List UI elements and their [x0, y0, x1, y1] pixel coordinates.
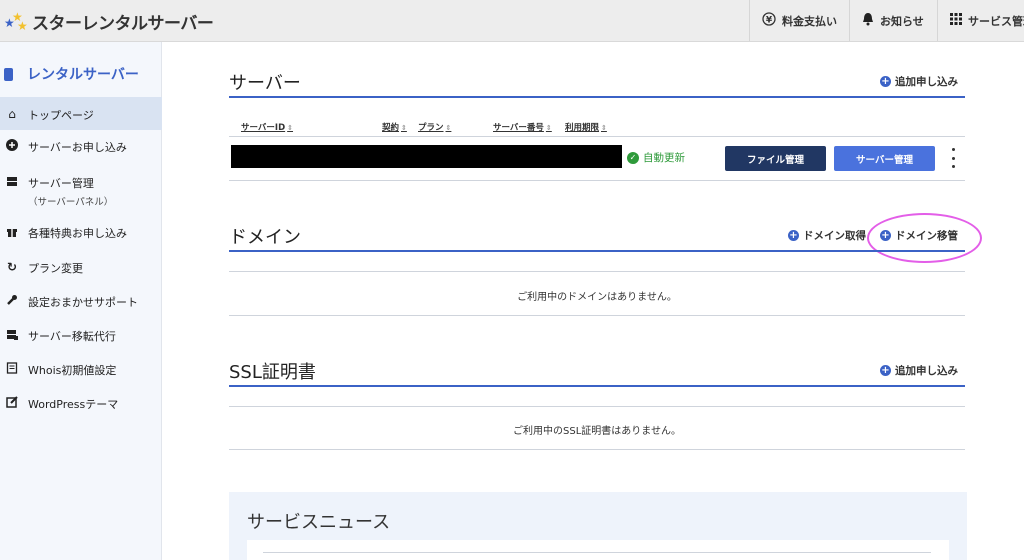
sidebar-item-benefits[interactable]: 各種特典お申し込み: [0, 225, 162, 241]
stars-icon: ★ ★ ★: [4, 9, 28, 33]
sidebar-title[interactable]: レンタルサーバー: [4, 64, 139, 84]
plus-circle-icon: +: [880, 365, 891, 376]
column-header-expiry[interactable]: 利用期限 ⇕: [565, 121, 607, 133]
sidebar-item-plan-change[interactable]: ↻ プラン変更: [0, 260, 162, 276]
ssl-add-link[interactable]: + 追加申し込み: [880, 363, 958, 378]
sidebar-item-server-manage[interactable]: サーバー管理 （サーバーパネル）: [0, 175, 162, 208]
sort-icon: ⇕: [287, 124, 294, 132]
topnav-services-label: サービス管理: [968, 14, 1024, 28]
table-header-divider: [229, 136, 965, 137]
plus-circle-icon: +: [788, 230, 799, 241]
yen-circle-icon: ¥: [762, 11, 776, 30]
column-header-server-number[interactable]: サーバー番号 ⇕: [493, 121, 552, 133]
table-row-divider: [229, 180, 965, 181]
plus-circle-icon: +: [880, 76, 891, 87]
sort-icon: ⇕: [545, 124, 552, 132]
sort-icon: ⇕: [601, 124, 607, 132]
ssl-section-title: SSL証明書: [229, 362, 316, 383]
domain-list-bottom-divider: [229, 315, 965, 316]
sort-icon: ⇕: [445, 124, 452, 132]
server-add-link[interactable]: + 追加申し込み: [880, 74, 958, 89]
domain-empty-message: ご利用中のドメインはありません。: [517, 292, 677, 303]
server-section-title: サーバー: [229, 73, 301, 94]
ssl-list-top-divider: [229, 406, 965, 407]
topnav-news[interactable]: お知らせ: [849, 0, 937, 41]
server-transfer-icon: [5, 328, 19, 343]
wrench-icon: [5, 294, 19, 309]
server-section-divider: [229, 96, 965, 98]
domain-section-divider: [229, 250, 965, 252]
svg-text:¥: ¥: [766, 15, 773, 25]
highlight-ellipse: [867, 213, 982, 263]
main-content: サーバー + 追加申し込み サーバーID ⇕ 契約 ⇕ プラン ⇕ サーバー番号 ⇕ 利…: [163, 42, 1024, 560]
redacted-server-info: [231, 145, 622, 168]
server-book-icon: [4, 67, 13, 81]
service-news-title: サービスニュース: [247, 512, 391, 533]
column-header-contract[interactable]: 契約 ⇕: [382, 121, 407, 133]
column-header-plan[interactable]: プラン ⇕: [418, 121, 451, 133]
ssl-list-bottom-divider: [229, 449, 965, 450]
brand-name: スターレンタルサーバー: [32, 14, 214, 34]
home-icon: ⌂: [8, 107, 16, 121]
topnav-news-label: お知らせ: [880, 14, 924, 28]
more-options-icon[interactable]: [949, 148, 957, 168]
sidebar-item-setup-support[interactable]: 設定おまかせサポート: [0, 294, 162, 310]
column-header-server-id[interactable]: サーバーID ⇕: [241, 121, 293, 133]
bell-icon: [862, 12, 874, 30]
brand-logo[interactable]: ★ ★ ★ スターレンタルサーバー: [4, 9, 214, 35]
sidebar-item-wordpress-theme[interactable]: WordPressテーマ: [0, 396, 162, 412]
topnav-payment[interactable]: ¥ 料金支払い: [749, 0, 849, 41]
refresh-icon: ↻: [6, 260, 18, 274]
server-manager-button[interactable]: サーバー管理: [834, 146, 935, 171]
service-news-divider: [263, 552, 931, 553]
sidebar-item-server-order[interactable]: サーバーお申し込み: [0, 139, 162, 155]
sidebar: レンタルサーバー ⌂ トップページ サーバーお申し込み サーバー管理 （サーバー…: [0, 42, 162, 560]
service-news-panel: サービスニュース: [229, 492, 967, 560]
topnav-services[interactable]: サービス管理: [937, 0, 1024, 41]
server-icon: [5, 175, 19, 190]
sidebar-item-top[interactable]: ⌂ トップページ: [0, 97, 162, 130]
edit-icon: [5, 396, 19, 411]
form-icon: [5, 362, 19, 377]
domain-section-title: ドメイン: [229, 227, 301, 248]
file-manager-button[interactable]: ファイル管理: [725, 146, 826, 171]
sidebar-item-whois[interactable]: Whois初期値設定: [0, 362, 162, 378]
plus-circle-icon: [5, 139, 19, 154]
service-news-list: [247, 540, 949, 560]
top-bar: ★ ★ ★ スターレンタルサーバー ¥ 料金支払い お知らせ サービス管理: [0, 0, 1024, 42]
grid-icon: [950, 12, 962, 29]
gift-icon: [5, 225, 19, 240]
check-circle-icon: ✓: [627, 151, 639, 164]
sort-icon: ⇕: [401, 124, 407, 132]
ssl-section-divider: [229, 385, 965, 387]
domain-list-top-divider: [229, 271, 965, 272]
domain-acquire-link[interactable]: + ドメイン取得: [788, 228, 866, 243]
sidebar-item-server-transfer[interactable]: サーバー移転代行: [0, 328, 162, 344]
ssl-empty-message: ご利用中のSSL証明書はありません。: [513, 426, 681, 437]
auto-renew-status: ✓ 自動更新: [627, 150, 685, 165]
topnav-payment-label: 料金支払い: [782, 14, 837, 28]
